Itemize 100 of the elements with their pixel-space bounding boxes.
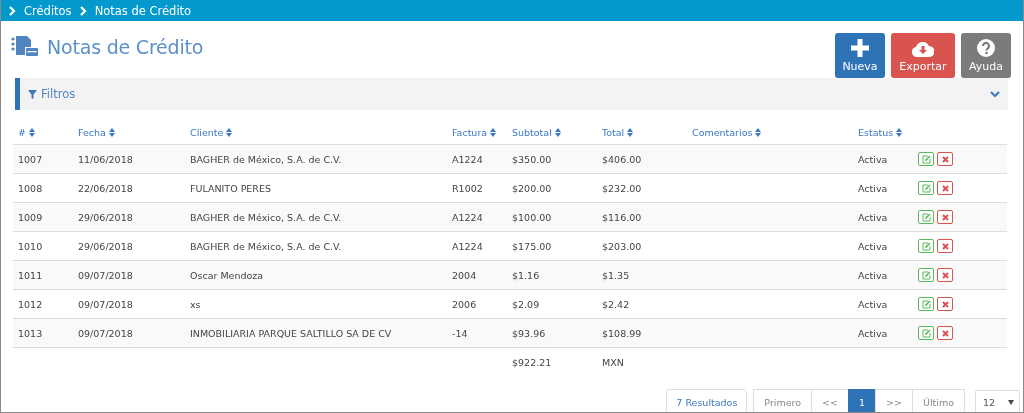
table-cell: -14 <box>452 327 468 339</box>
export-button[interactable]: Exportar <box>891 33 955 78</box>
table-cell: 09/07/2018 <box>78 298 133 310</box>
delete-button[interactable] <box>937 297 953 311</box>
page-size-select[interactable]: 12 <box>975 390 1020 412</box>
table-cell: 29/06/2018 <box>78 211 133 223</box>
help-button[interactable]: Ayuda <box>961 33 1011 78</box>
table-cell: $2.09 <box>512 298 540 310</box>
table-cell: $100.00 <box>512 211 552 223</box>
table-cell: R1002 <box>452 182 483 194</box>
table-cell: 1007 <box>18 153 43 165</box>
sort-icon <box>108 127 115 137</box>
edit-icon <box>921 328 931 338</box>
filter-panel[interactable]: Filtros <box>15 78 1008 110</box>
sort-icon <box>554 127 561 137</box>
delete-button[interactable] <box>937 268 953 282</box>
table-cell: INMOBILIARIA PARQUE SALTILLO SA DE CV <box>190 327 392 339</box>
table-cell: 1010 <box>18 240 43 252</box>
edit-button[interactable] <box>918 268 934 282</box>
column-header[interactable]: Fecha <box>78 126 115 138</box>
next-page-link[interactable]: >> <box>875 389 913 412</box>
edit-button[interactable] <box>918 210 934 224</box>
table-cell: 09/07/2018 <box>78 327 133 339</box>
table-cell: BAGHER de México, S.A. de C.V. <box>190 211 342 223</box>
table-cell: Oscar Mendoza <box>190 269 264 281</box>
edit-icon <box>921 299 931 309</box>
edit-icon <box>921 270 931 280</box>
delete-button[interactable] <box>937 239 953 253</box>
table-cell: BAGHER de México, S.A. de C.V. <box>190 153 342 165</box>
cloud-download-icon <box>912 41 934 57</box>
table-cell: $1.16 <box>512 269 540 281</box>
new-button[interactable]: Nueva <box>835 33 885 78</box>
delete-button[interactable] <box>937 181 953 195</box>
delete-button[interactable] <box>937 210 953 224</box>
chevron-icon[interactable] <box>990 90 1000 98</box>
table-cell: $2.42 <box>602 298 630 310</box>
close-icon <box>941 271 949 279</box>
plus-icon <box>851 39 869 57</box>
table-cell: $108.99 <box>602 327 642 339</box>
close-icon <box>941 242 949 250</box>
chevron-icon <box>79 5 87 16</box>
sort-icon <box>226 127 233 137</box>
column-header[interactable]: Estatus <box>858 126 903 138</box>
page-link[interactable]: 1 <box>848 389 877 412</box>
delete-button[interactable] <box>937 326 953 340</box>
column-header[interactable]: Total <box>602 126 634 138</box>
table-cell: 1013 <box>18 327 43 339</box>
column-header[interactable]: Factura <box>452 126 497 138</box>
column-header[interactable]: Comentarios <box>692 126 762 138</box>
first-page-link[interactable]: Primero <box>753 389 813 412</box>
column-header[interactable]: Subtotal <box>512 126 561 138</box>
table-cell: A1224 <box>452 153 483 165</box>
table-cell: Activa <box>858 269 888 281</box>
close-icon <box>941 184 949 192</box>
breadcrumb-link[interactable]: Notas de Crédito <box>94 3 192 18</box>
currency-label: MXN <box>602 356 624 368</box>
table-cell: $350.00 <box>512 153 552 165</box>
table-cell: 1012 <box>18 298 43 310</box>
table-cell: $93.96 <box>512 327 546 339</box>
table-cell: Activa <box>858 211 888 223</box>
table-cell: $1.35 <box>602 269 630 281</box>
close-icon <box>941 155 949 163</box>
close-icon <box>941 329 949 337</box>
table-cell: 1009 <box>18 211 43 223</box>
close-icon <box>941 300 949 308</box>
edit-button[interactable] <box>918 326 934 340</box>
sort-icon <box>28 127 35 137</box>
table-cell: 2006 <box>452 298 477 310</box>
table-cell: 2004 <box>452 269 477 281</box>
edit-button[interactable] <box>918 297 934 311</box>
results-count: 7 Resultados <box>666 389 748 412</box>
table-cell: A1224 <box>452 211 483 223</box>
last-page-link[interactable]: Último <box>911 389 965 412</box>
sort-icon <box>627 127 634 137</box>
table-cell: FULANITO PERES <box>190 182 271 194</box>
table-cell: Activa <box>858 298 888 310</box>
caret-icon <box>1008 399 1014 405</box>
edit-button[interactable] <box>918 239 934 253</box>
edit-button[interactable] <box>918 181 934 195</box>
delete-button[interactable] <box>937 152 953 166</box>
breadcrumb-link[interactable]: Créditos <box>24 3 72 18</box>
edit-icon <box>921 154 931 164</box>
table-cell: Activa <box>858 240 888 252</box>
sort-icon <box>896 127 903 137</box>
column-header[interactable]: Cliente <box>190 126 233 138</box>
table-cell: $175.00 <box>512 240 552 252</box>
close-icon <box>941 213 949 221</box>
table-cell: $232.00 <box>602 182 642 194</box>
table-cell: xs <box>190 298 201 310</box>
table-cell: $200.00 <box>512 182 552 194</box>
document-list-icon <box>11 36 38 56</box>
column-header[interactable]: # <box>18 126 35 138</box>
table-cell: Activa <box>858 153 888 165</box>
table-cell: 1008 <box>18 182 43 194</box>
edit-button[interactable] <box>918 152 934 166</box>
table-cell: A1224 <box>452 240 483 252</box>
table-cell: Activa <box>858 182 888 194</box>
table-cell: BAGHER de México, S.A. de C.V. <box>190 240 342 252</box>
sort-icon <box>755 127 762 137</box>
edit-icon <box>921 241 931 251</box>
